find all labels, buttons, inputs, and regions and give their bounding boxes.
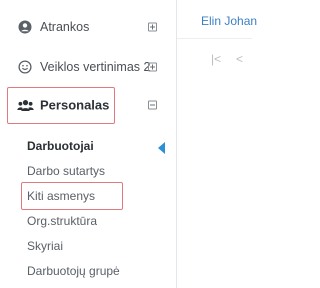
divider (177, 38, 252, 39)
sidebar-item-label: Atrankos (40, 20, 90, 34)
pager-prev-button[interactable]: < (236, 52, 243, 66)
sidebar-item-veiklos-vertinimas[interactable]: Veiklos vertinimas 2 (0, 52, 176, 82)
submenu-item-skyriai[interactable]: Skyriai (27, 239, 63, 253)
users-icon (17, 98, 34, 112)
submenu-item-darbo-sutartys[interactable]: Darbo sutartys (27, 164, 105, 178)
main-content (177, 0, 252, 288)
employee-link[interactable]: Elin Johan (201, 14, 257, 28)
active-item-marker (158, 142, 165, 154)
submenu-item-org-struktura[interactable]: Org.struktūra (27, 214, 97, 228)
sidebar: Atrankos Veiklos vertinimas 2 Personalas… (0, 0, 177, 288)
sidebar-item-atrankos[interactable]: Atrankos (0, 12, 176, 42)
expand-plus-icon[interactable] (148, 22, 157, 32)
collapse-minus-icon[interactable] (148, 100, 157, 110)
submenu-item-kiti-asmenys[interactable]: Kiti asmenys (27, 189, 95, 203)
sidebar-item-label: Veiklos vertinimas 2 (40, 60, 151, 74)
smile-icon (18, 60, 32, 74)
pager-first-button[interactable]: |< (211, 52, 221, 66)
user-circle-icon (18, 20, 32, 34)
sidebar-item-personalas[interactable]: Personalas (0, 90, 176, 120)
expand-plus-icon[interactable] (148, 62, 157, 72)
sidebar-item-label: Personalas (40, 97, 110, 113)
submenu-item-darbuotojai[interactable]: Darbuotojai (27, 139, 94, 153)
submenu-item-darbuotoju-grupe[interactable]: Darbuotojų grupė (27, 264, 120, 278)
